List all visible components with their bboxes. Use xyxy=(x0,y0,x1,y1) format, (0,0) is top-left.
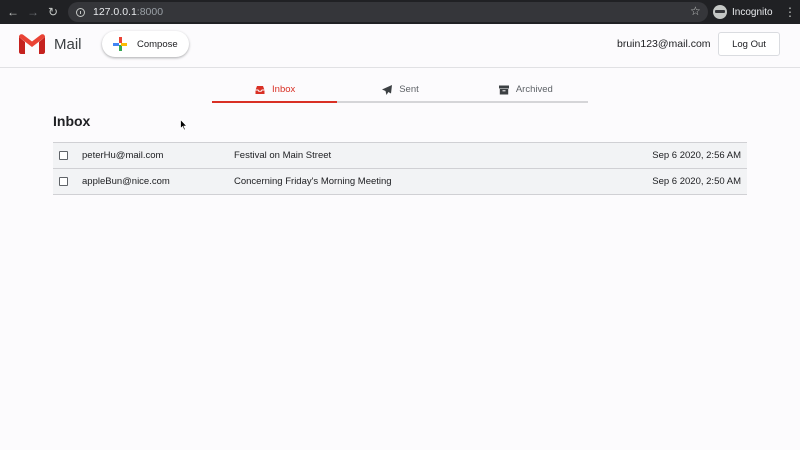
archive-box-icon xyxy=(498,85,509,94)
reload-icon[interactable]: ↻ xyxy=(43,0,63,24)
tab-archived-label: Archived xyxy=(515,84,553,95)
browser-toolbar: ← → ↻ 127.0.0.1:8000 ☆ Incognito ⋮ xyxy=(0,0,800,24)
email-list: peterHu@mail.com Festival on Main Street… xyxy=(53,142,747,195)
url-port: :8000 xyxy=(136,6,164,18)
incognito-icon xyxy=(713,5,727,19)
tab-archived[interactable]: Archived xyxy=(463,78,588,101)
email-subject: Concerning Friday's Morning Meeting xyxy=(234,176,392,187)
incognito-indicator[interactable]: Incognito xyxy=(713,3,773,21)
bookmark-star-icon[interactable]: ☆ xyxy=(690,4,701,18)
email-row[interactable]: appleBun@nice.com Concerning Friday's Mo… xyxy=(53,169,747,195)
email-date: Sep 6 2020, 2:50 AM xyxy=(652,176,741,187)
back-arrow-icon[interactable]: ← xyxy=(3,0,23,24)
page-title: Inbox xyxy=(53,113,91,129)
email-checkbox[interactable] xyxy=(59,151,68,160)
browser-menu-icon[interactable]: ⋮ xyxy=(784,3,796,21)
address-bar[interactable]: 127.0.0.1:8000 xyxy=(68,2,708,22)
gmail-logo-icon xyxy=(19,34,45,54)
compose-label: Compose xyxy=(137,38,178,50)
logout-button[interactable]: Log Out xyxy=(718,32,780,56)
email-row[interactable]: peterHu@mail.com Festival on Main Street… xyxy=(53,143,747,169)
tab-inbox[interactable]: Inbox xyxy=(212,78,338,103)
mouse-cursor-icon xyxy=(180,119,188,131)
inbox-icon xyxy=(255,85,265,94)
site-info-icon[interactable] xyxy=(76,7,85,17)
email-sender: peterHu@mail.com xyxy=(82,150,164,161)
paper-plane-icon xyxy=(382,84,393,95)
email-subject: Festival on Main Street xyxy=(234,150,332,161)
app-header: Mail Compose bruin123@mail.com Log Out xyxy=(0,24,800,68)
incognito-label: Incognito xyxy=(732,6,773,18)
forward-arrow-icon[interactable]: → xyxy=(23,0,43,24)
tab-inbox-label: Inbox xyxy=(272,84,296,95)
plus-icon xyxy=(113,37,127,51)
url-host: 127.0.0.1 xyxy=(93,6,137,18)
compose-button[interactable]: Compose xyxy=(102,31,189,57)
mailbox-tabs: Inbox Sent Archived xyxy=(212,78,588,103)
user-email: bruin123@mail.com xyxy=(617,38,711,50)
app-name: Mail xyxy=(54,36,82,53)
email-date: Sep 6 2020, 2:56 AM xyxy=(652,150,741,161)
email-checkbox[interactable] xyxy=(59,177,68,186)
tab-sent[interactable]: Sent xyxy=(337,78,462,101)
email-sender: appleBun@nice.com xyxy=(82,176,170,187)
tab-sent-label: Sent xyxy=(399,84,419,95)
